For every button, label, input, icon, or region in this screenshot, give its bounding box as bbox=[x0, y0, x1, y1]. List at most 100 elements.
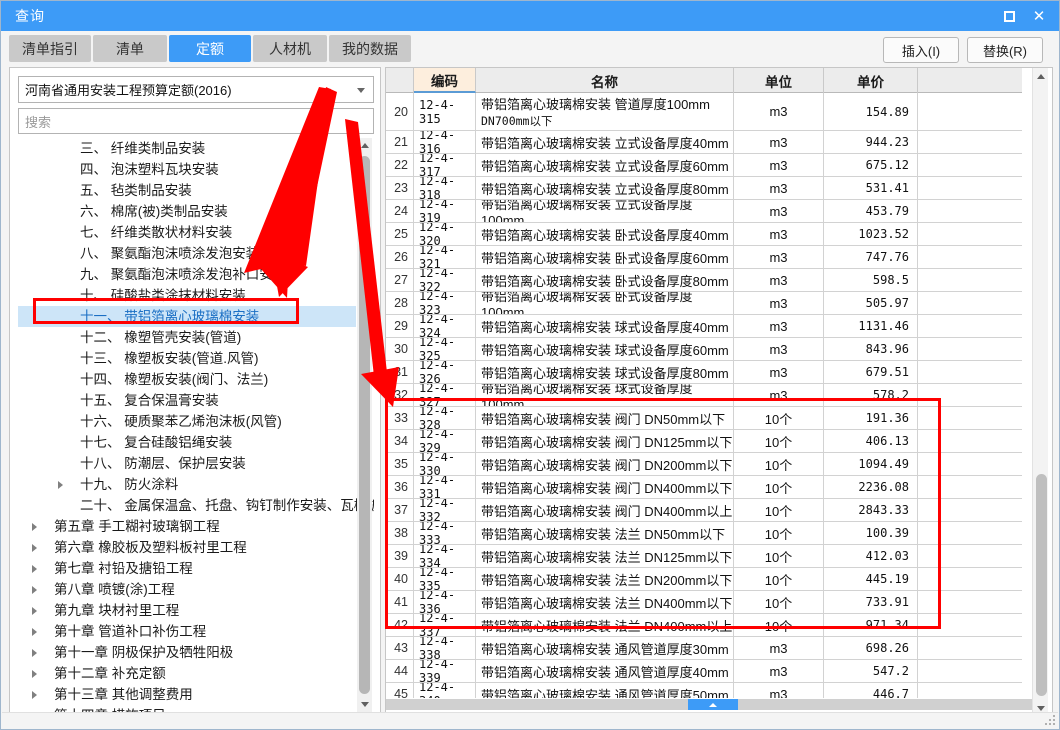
grid-col-name[interactable]: 名称 bbox=[476, 68, 734, 93]
grid-scrollbar-thumb[interactable] bbox=[1036, 474, 1047, 696]
chevron-right-icon[interactable] bbox=[32, 565, 37, 573]
row-unit-text: m3 bbox=[769, 203, 788, 219]
table-row[interactable]: 30 12-4-325 带铝箔离心玻璃棉安装 球式设备厚度60mm m3 843.96 bbox=[386, 338, 1022, 361]
table-row[interactable]: 33 12-4-328 带铝箔离心玻璃棉安装 阀门 DN50mm以下 10个 191.3… bbox=[386, 407, 1022, 430]
grid-horizontal-scrollbar[interactable] bbox=[386, 699, 1032, 710]
table-row[interactable]: 34 12-4-329 带铝箔离心玻璃棉安装 阀门 DN125mm以下 10个 406.… bbox=[386, 430, 1022, 453]
tree-item[interactable]: 第十二章 补充定额 bbox=[18, 663, 356, 684]
tree-item[interactable]: 第八章 喷镀(涂)工程 bbox=[18, 579, 356, 600]
tree-item[interactable]: 十七、 复合硅酸铝绳安装 bbox=[18, 432, 356, 453]
tree-item[interactable]: 十二、 橡塑管壳安装(管道) bbox=[18, 327, 356, 348]
table-row[interactable]: 41 12-4-336 带铝箔离心玻璃棉安装 法兰 DN400mm以下 10个 733.… bbox=[386, 591, 1022, 614]
tab-0[interactable]: 清单指引 bbox=[9, 35, 91, 62]
grid-col-unit[interactable]: 单位 bbox=[734, 68, 824, 93]
replace-button[interactable]: 替换(R) bbox=[967, 37, 1043, 63]
tree-item[interactable]: 八、 聚氨酯泡沫喷涂发泡安装 bbox=[18, 243, 356, 264]
table-row[interactable]: 23 12-4-318 带铝箔离心玻璃棉安装 立式设备厚度80mm m3 531.41 bbox=[386, 177, 1022, 200]
grid-col-code[interactable]: 编码 bbox=[414, 68, 476, 93]
table-row[interactable]: 32 12-4-327 带铝箔离心玻璃棉安装 球式设备厚度100mm m3 578.2 bbox=[386, 384, 1022, 407]
tree-scroll-up-icon[interactable] bbox=[357, 138, 372, 153]
library-select[interactable]: 河南省通用安装工程预算定额(2016) bbox=[18, 76, 374, 103]
tree-item[interactable]: 第五章 手工糊衬玻璃钢工程 bbox=[18, 516, 356, 537]
table-row[interactable]: 35 12-4-330 带铝箔离心玻璃棉安装 阀门 DN200mm以下 10个 1094… bbox=[386, 453, 1022, 476]
tree-item[interactable]: 第九章 块材衬里工程 bbox=[18, 600, 356, 621]
row-index-text: 37 bbox=[394, 503, 408, 517]
catalog-tree[interactable]: 三、 纤维类制品安装 四、 泡沫塑料瓦块安装 五、 毡类制品安装 六、 棉席(被)类制… bbox=[18, 138, 374, 712]
chevron-right-icon[interactable] bbox=[32, 649, 37, 657]
grid-vertical-scrollbar[interactable] bbox=[1032, 68, 1048, 716]
tab-2[interactable]: 定额 bbox=[169, 35, 251, 62]
tree-item[interactable]: 第十一章 阴极保护及牺牲阳极 bbox=[18, 642, 356, 663]
grid-col-price[interactable]: 单价 bbox=[824, 68, 918, 93]
tree-item[interactable]: 十六、 硬质聚苯乙烯泡沫板(风管) bbox=[18, 411, 356, 432]
close-button[interactable]: ✕ bbox=[1025, 3, 1053, 29]
tree-item[interactable]: 十八、 防潮层、保护层安装 bbox=[18, 453, 356, 474]
tree-item[interactable]: 十、 硅酸盐类涂抹材料安装 bbox=[18, 285, 356, 306]
chevron-right-icon[interactable] bbox=[32, 670, 37, 678]
table-row[interactable]: 39 12-4-334 带铝箔离心玻璃棉安装 法兰 DN125mm以下 10个 412.… bbox=[386, 545, 1022, 568]
tab-4[interactable]: 我的数据 bbox=[329, 35, 411, 62]
table-row[interactable]: 40 12-4-335 带铝箔离心玻璃棉安装 法兰 DN200mm以下 10个 445.… bbox=[386, 568, 1022, 591]
tree-item[interactable]: 九、 聚氨酯泡沫喷涂发泡补口安装 bbox=[18, 264, 356, 285]
table-row[interactable]: 42 12-4-337 带铝箔离心玻璃棉安装 法兰 DN400mm以上 10个 971.… bbox=[386, 614, 1022, 637]
table-row[interactable]: 22 12-4-317 带铝箔离心玻璃棉安装 立式设备厚度60mm m3 675.12 bbox=[386, 154, 1022, 177]
tree-item[interactable]: 十四、 橡塑板安装(阀门、法兰) bbox=[18, 369, 356, 390]
grid-body[interactable]: 20 12-4-315 带铝箔离心玻璃棉安装 管道厚度100mm DN700mm以下 m… bbox=[386, 93, 1022, 698]
tree-scrollbar[interactable] bbox=[357, 138, 372, 712]
search-input[interactable]: 搜索 bbox=[18, 108, 374, 134]
table-row[interactable]: 44 12-4-339 带铝箔离心玻璃棉安装 通风管道厚度40mm m3 547.2 bbox=[386, 660, 1022, 683]
table-row[interactable]: 28 12-4-323 带铝箔离心玻璃棉安装 卧式设备厚度100mm m3 505.97 bbox=[386, 292, 1022, 315]
table-row[interactable]: 20 12-4-315 带铝箔离心玻璃棉安装 管道厚度100mm DN700mm以下 m… bbox=[386, 93, 1022, 131]
tree-item[interactable]: 第七章 衬铅及搪铅工程 bbox=[18, 558, 356, 579]
tree-item[interactable]: 十九、 防火涂料 bbox=[18, 474, 356, 495]
chevron-right-icon[interactable] bbox=[32, 628, 37, 636]
grid-scroll-up-icon[interactable] bbox=[1033, 68, 1049, 84]
row-price-text: 453.79 bbox=[865, 204, 909, 218]
tree-item[interactable]: 第十三章 其他调整费用 bbox=[18, 684, 356, 705]
row-name-text: 带铝箔离心玻璃棉安装 卧式设备厚度100mm bbox=[481, 292, 693, 314]
tree-item[interactable]: 三、 纤维类制品安装 bbox=[18, 138, 356, 159]
tree-item[interactable]: 六、 棉席(被)类制品安装 bbox=[18, 201, 356, 222]
tree-item[interactable]: 七、 纤维类散状材料安装 bbox=[18, 222, 356, 243]
table-row[interactable]: 21 12-4-316 带铝箔离心玻璃棉安装 立式设备厚度40mm m3 944.23 bbox=[386, 131, 1022, 154]
table-row[interactable]: 38 12-4-333 带铝箔离心玻璃棉安装 法兰 DN50mm以下 10个 100.3… bbox=[386, 522, 1022, 545]
table-row[interactable]: 43 12-4-338 带铝箔离心玻璃棉安装 通风管道厚度30mm m3 698.26 bbox=[386, 637, 1022, 660]
table-row[interactable]: 24 12-4-319 带铝箔离心玻璃棉安装 立式设备厚度100mm m3 453.79 bbox=[386, 200, 1022, 223]
table-row[interactable]: 26 12-4-321 带铝箔离心玻璃棉安装 卧式设备厚度60mm m3 747.76 bbox=[386, 246, 1022, 269]
chevron-right-icon[interactable] bbox=[32, 607, 37, 615]
maximize-button[interactable] bbox=[995, 3, 1023, 29]
tab-1[interactable]: 清单 bbox=[93, 35, 167, 62]
chevron-right-icon[interactable] bbox=[32, 586, 37, 594]
resize-grip-icon[interactable] bbox=[1043, 713, 1055, 725]
tree-item[interactable]: 十一、 带铝箔离心玻璃棉安装 bbox=[18, 306, 356, 327]
tree-item[interactable]: 第十四章 措施项目 bbox=[18, 705, 356, 712]
table-row[interactable]: 27 12-4-322 带铝箔离心玻璃棉安装 卧式设备厚度80mm m3 598.5 bbox=[386, 269, 1022, 292]
table-row[interactable]: 29 12-4-324 带铝箔离心玻璃棉安装 球式设备厚度40mm m3 1131.46 bbox=[386, 315, 1022, 338]
tree-item[interactable]: 第六章 橡胶板及塑料板衬里工程 bbox=[18, 537, 356, 558]
insert-button[interactable]: 插入(I) bbox=[883, 37, 959, 63]
table-row[interactable]: 45 12-4-340 带铝箔离心玻璃棉安装 通风管道厚度50mm m3 446.7 bbox=[386, 683, 1022, 698]
chevron-right-icon[interactable] bbox=[32, 691, 37, 699]
table-row[interactable]: 25 12-4-320 带铝箔离心玻璃棉安装 卧式设备厚度40mm m3 1023.52 bbox=[386, 223, 1022, 246]
table-row[interactable]: 37 12-4-332 带铝箔离心玻璃棉安装 阀门 DN400mm以上 10个 2843… bbox=[386, 499, 1022, 522]
tree-scroll-down-icon[interactable] bbox=[357, 697, 372, 712]
row-unit-text: m3 bbox=[769, 295, 788, 311]
tree-item[interactable]: 二十、 金属保温盒、托盘、钩钉制作安装、瓦楞板… bbox=[18, 495, 374, 516]
table-row[interactable]: 36 12-4-331 带铝箔离心玻璃棉安装 阀门 DN400mm以下 10个 2236… bbox=[386, 476, 1022, 499]
chevron-right-icon[interactable] bbox=[58, 481, 63, 489]
chevron-right-icon[interactable] bbox=[32, 544, 37, 552]
tree-item[interactable]: 五、 毡类制品安装 bbox=[18, 180, 356, 201]
chevron-right-icon[interactable] bbox=[32, 523, 37, 531]
tree-item[interactable]: 第十章 管道补口补伤工程 bbox=[18, 621, 356, 642]
tree-item[interactable]: 十三、 橡塑板安装(管道.风管) bbox=[18, 348, 356, 369]
grid-hscrollbar-thumb[interactable] bbox=[688, 699, 738, 710]
tab-3[interactable]: 人材机 bbox=[253, 35, 327, 62]
tree-item[interactable]: 四、 泡沫塑料瓦块安装 bbox=[18, 159, 356, 180]
row-name-text: 带铝箔离心玻璃棉安装 阀门 DN200mm以下 bbox=[481, 457, 733, 473]
tree-item[interactable]: 十五、 复合保温膏安装 bbox=[18, 390, 356, 411]
row-name: 带铝箔离心玻璃棉安装 法兰 DN200mm以下 bbox=[476, 568, 734, 590]
grid-col-index[interactable] bbox=[386, 68, 414, 93]
table-row[interactable]: 31 12-4-326 带铝箔离心玻璃棉安装 球式设备厚度80mm m3 679.51 bbox=[386, 361, 1022, 384]
quota-grid[interactable]: 编码 名称 单位 单价 20 12-4-315 带铝箔离心玻璃棉安装 管道厚度100mm D… bbox=[386, 68, 1022, 698]
tree-scrollbar-thumb[interactable] bbox=[359, 156, 370, 694]
